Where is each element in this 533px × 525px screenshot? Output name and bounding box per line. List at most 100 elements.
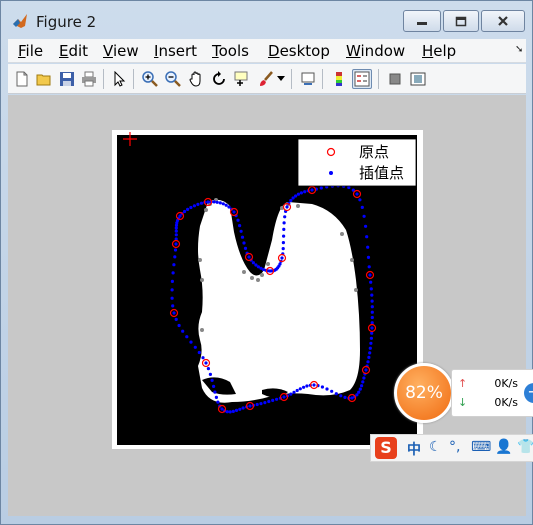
figure-window: Figure 2 File Edit View Insert Tools Des… [0, 0, 533, 525]
interp-point-marker [355, 192, 359, 196]
insert-colorbar-button[interactable] [329, 69, 349, 89]
interp-point-marker [214, 395, 218, 399]
new-figure-button[interactable] [12, 69, 32, 89]
sogou-logo-icon[interactable]: S [375, 437, 397, 459]
interp-point-marker [259, 402, 263, 406]
plot-axes[interactable]: 原点 插值点 [112, 130, 423, 449]
pan-button[interactable] [186, 69, 206, 89]
interp-point-marker [172, 311, 176, 315]
menu-view[interactable]: View [103, 42, 139, 60]
download-speed: 0K/s [494, 396, 518, 409]
interp-point-marker [199, 201, 204, 205]
interp-point-marker [238, 224, 242, 228]
interp-point-marker [271, 398, 275, 402]
interp-point-marker [242, 241, 246, 245]
menu-overflow-arrow[interactable]: ➘ [515, 44, 523, 55]
brush-dropdown[interactable] [276, 69, 286, 89]
menu-window[interactable]: Window [346, 42, 405, 60]
interp-point-marker [298, 387, 302, 391]
menu-desktop[interactable]: Desktop [268, 42, 330, 60]
menu-tools[interactable]: Tools [212, 42, 249, 60]
download-row: ↓ 0K/s [458, 396, 518, 409]
interp-point-marker [170, 279, 174, 283]
data-cursor-icon [234, 71, 248, 86]
interp-point-marker [196, 202, 200, 206]
speed-percent-badge[interactable]: 82% [394, 363, 454, 423]
interp-point-marker [330, 389, 334, 393]
user-icon[interactable]: 👤 [495, 439, 512, 455]
zoom-out-button[interactable] [163, 69, 183, 89]
new-figure-icon [16, 71, 28, 87]
edit-plot-button[interactable] [109, 69, 129, 89]
interp-point-marker [206, 200, 210, 204]
interp-point-marker [366, 255, 371, 259]
interp-point-marker [370, 293, 374, 297]
interp-point-marker [206, 367, 210, 371]
menu-bar: File Edit View Insert Tools Desktop Wind… [8, 39, 526, 63]
maximize-button[interactable] [443, 10, 479, 32]
interp-point-marker [172, 263, 176, 267]
interp-point-marker [369, 287, 373, 291]
zoom-in-button[interactable] [140, 69, 160, 89]
data-cursor-button[interactable] [232, 69, 252, 89]
close-button[interactable] [481, 10, 525, 32]
brush-button[interactable] [256, 69, 276, 89]
zoom-out-icon [165, 71, 181, 87]
interp-point-marker [204, 361, 208, 365]
interp-point-marker [312, 383, 316, 387]
ime-mode-chinese[interactable]: 中 [407, 439, 421, 459]
menu-insert[interactable]: Insert [154, 42, 197, 60]
punctuation-icon[interactable]: °, [449, 439, 460, 455]
save-button[interactable] [57, 69, 77, 89]
expand-plus-button[interactable]: + [524, 383, 533, 403]
menu-help[interactable]: Help [422, 42, 456, 60]
interp-point-marker [319, 186, 323, 190]
title-bar[interactable]: Figure 2 [1, 1, 532, 37]
interp-point-marker [282, 221, 286, 225]
menu-edit[interactable]: Edit [59, 42, 88, 60]
hide-plot-tools-button[interactable] [385, 69, 405, 89]
interp-point-marker [358, 198, 362, 202]
interp-point-marker [234, 408, 239, 412]
toolbar-separator [291, 69, 292, 89]
rotate-3d-button[interactable] [209, 69, 229, 89]
interp-point-marker [197, 350, 201, 355]
interp-point-marker [170, 296, 174, 300]
interp-point-marker [173, 255, 177, 259]
network-speed-panel: ↑ 0K/s ↓ 0K/s + [451, 369, 533, 417]
interp-point-marker [362, 376, 366, 380]
show-plot-tools-button[interactable] [408, 69, 428, 89]
download-arrow-icon: ↓ [458, 396, 468, 409]
interp-point-marker [275, 397, 279, 401]
toolbar-separator [322, 69, 323, 89]
interp-point-marker [210, 378, 214, 382]
interp-point-marker [227, 205, 231, 209]
minimize-icon [417, 22, 427, 25]
interp-point-marker [289, 198, 293, 203]
minimize-button[interactable] [403, 10, 441, 32]
interp-point-marker [360, 205, 364, 209]
toolbar-separator [103, 69, 104, 89]
zoom-in-icon [142, 71, 158, 87]
toolbar-separator [133, 69, 134, 89]
interp-point-marker [241, 406, 245, 410]
link-plot-button[interactable] [298, 69, 318, 89]
open-file-icon [36, 74, 51, 86]
interp-point-marker [370, 310, 374, 314]
open-file-button[interactable] [34, 69, 54, 89]
interp-point-marker [174, 233, 178, 237]
interp-point-marker [367, 355, 371, 359]
interp-point-marker [189, 205, 193, 210]
moon-icon[interactable]: ☾ [429, 439, 442, 455]
interp-point-marker [254, 263, 258, 267]
menu-file[interactable]: File [18, 42, 43, 60]
interp-point-marker [358, 387, 362, 391]
interp-point-marker [238, 407, 242, 411]
keyboard-icon[interactable]: ⌨ [471, 439, 491, 455]
interp-point-marker [362, 214, 366, 218]
interp-point-marker [208, 372, 212, 376]
shirt-icon[interactable]: 👕 [517, 439, 533, 455]
insert-legend-button[interactable] [352, 69, 372, 89]
legend-interp-label: 插值点 [359, 164, 404, 182]
print-button[interactable] [79, 69, 99, 89]
